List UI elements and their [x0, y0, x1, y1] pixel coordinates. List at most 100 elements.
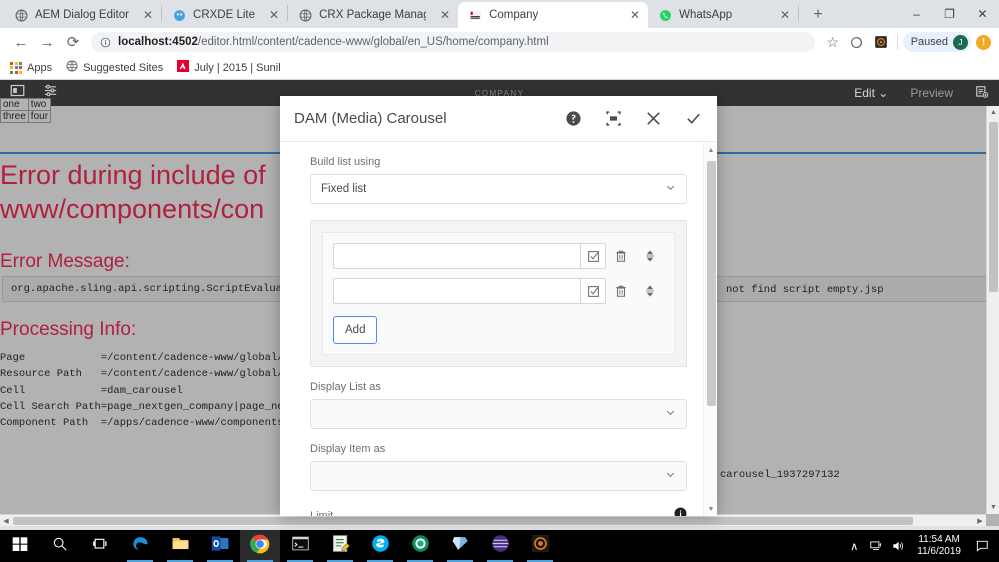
- tab-close-button[interactable]: ✕: [255, 9, 279, 21]
- forward-button[interactable]: →: [34, 29, 60, 55]
- bookmark-july-2015-sunil[interactable]: July | 2015 | Sunil: [177, 60, 280, 75]
- browser-tab-whatsapp[interactable]: WhatsApp ✕: [648, 2, 798, 28]
- confirm-icon[interactable]: [683, 109, 703, 129]
- bookmark-apps[interactable]: Apps: [10, 62, 52, 74]
- dialog-scroll-thumb[interactable]: [707, 161, 716, 406]
- scroll-down-arrow[interactable]: ▼: [987, 501, 999, 514]
- extension-icon-2[interactable]: [870, 31, 892, 53]
- taskbar-notepad[interactable]: [320, 530, 360, 562]
- edit-mode-selector[interactable]: Edit ⌄: [854, 86, 888, 100]
- window-controls: – ❐ ✕: [900, 0, 999, 28]
- maximize-button[interactable]: ❐: [933, 0, 966, 28]
- tab-close-button[interactable]: ✕: [129, 9, 153, 21]
- browser-tab-aem-dialog-editor[interactable]: AEM Dialog Editor ✕: [4, 2, 161, 28]
- reload-button[interactable]: ⟳: [60, 29, 86, 55]
- taskbar-app-green[interactable]: [400, 530, 440, 562]
- move-updown-icon[interactable]: [636, 283, 664, 299]
- network-icon[interactable]: [865, 530, 887, 562]
- tab-separator: [798, 5, 799, 21]
- minimize-button[interactable]: –: [900, 0, 933, 28]
- clock[interactable]: 11:54 AM 11/6/2019: [909, 534, 969, 559]
- circle-green-icon: [411, 534, 430, 558]
- page-vertical-scrollbar[interactable]: ▲ ▼: [986, 106, 999, 514]
- taskbar-edge[interactable]: [120, 530, 160, 562]
- display-item-as-label: Display Item as: [310, 443, 687, 455]
- proc-line-0: Page =/content/cadence-www/global/er: [0, 352, 296, 364]
- scroll-left-arrow[interactable]: ◀: [0, 515, 12, 526]
- address-bar[interactable]: localhost:4502/editor.html/content/caden…: [91, 32, 815, 52]
- info-icon[interactable]: [674, 507, 687, 516]
- taskbar-outlook[interactable]: [200, 530, 240, 562]
- taskbar-file-explorer[interactable]: [160, 530, 200, 562]
- horizontal-scroll-thumb[interactable]: [13, 517, 913, 525]
- notepad-icon: [331, 534, 350, 558]
- browser-tab-company[interactable]: Company ✕: [458, 2, 648, 28]
- bookmark-suggested-sites[interactable]: Suggested Sites: [66, 60, 163, 75]
- update-warning-badge[interactable]: !: [976, 35, 991, 50]
- vertical-scroll-thumb[interactable]: [989, 122, 998, 292]
- add-button[interactable]: Add: [333, 316, 377, 344]
- trash-icon[interactable]: [606, 283, 636, 299]
- paused-label: Paused: [911, 36, 948, 48]
- page-info-icon[interactable]: [975, 85, 989, 102]
- help-icon[interactable]: [563, 109, 583, 129]
- browser-tab-crx-package-manager[interactable]: CRX Package Manager - /et ✕: [288, 2, 458, 28]
- asset-path-input[interactable]: [333, 278, 580, 304]
- new-tab-button[interactable]: +: [805, 2, 831, 28]
- skype-icon: [371, 534, 390, 558]
- taskbar-app-orange[interactable]: [520, 530, 560, 562]
- limit-field-row: Limit: [310, 507, 687, 516]
- mini-table: onetwo threefour: [0, 98, 51, 123]
- sheet-blue-icon: [451, 534, 470, 558]
- tray-chevron-icon[interactable]: ∧: [843, 530, 865, 562]
- multifield-row: [333, 243, 664, 269]
- dialog-scrollbar[interactable]: ▲ ▼: [703, 143, 717, 516]
- close-icon[interactable]: [643, 109, 663, 129]
- error-heading-line2: www/components/con: [0, 192, 264, 228]
- tab-close-button[interactable]: ✕: [766, 9, 790, 21]
- taskbar-app-blue[interactable]: [440, 530, 480, 562]
- taskbar-chrome[interactable]: [240, 530, 280, 562]
- close-window-button[interactable]: ✕: [966, 0, 999, 28]
- asset-path-input[interactable]: [333, 243, 580, 269]
- error-message-title: Error Message:: [0, 251, 130, 273]
- proc-line-2: Cell =dam_carousel: [0, 385, 183, 397]
- taskbar-skype[interactable]: [360, 530, 400, 562]
- preview-button[interactable]: Preview: [910, 86, 953, 100]
- dialog-scroll-up-arrow[interactable]: ▲: [704, 143, 718, 157]
- chevron-down-icon: ⌄: [878, 86, 888, 100]
- checkbox-picker-icon[interactable]: [580, 278, 606, 304]
- clock-date: 11/6/2019: [917, 546, 961, 559]
- search-button[interactable]: [40, 530, 80, 562]
- tab-title: CRXDE Lite: [193, 9, 255, 21]
- extension-icon-1[interactable]: [846, 31, 868, 53]
- display-list-as-select[interactable]: [310, 399, 687, 429]
- cadence-icon: [468, 8, 482, 22]
- tab-close-button[interactable]: ✕: [426, 9, 450, 21]
- build-list-using-select[interactable]: Fixed list: [310, 174, 687, 204]
- display-item-as-select[interactable]: [310, 461, 687, 491]
- taskbar-terminal[interactable]: [280, 530, 320, 562]
- back-button[interactable]: ←: [8, 29, 34, 55]
- browser-tab-crxde-lite[interactable]: CRXDE Lite ✕: [162, 2, 287, 28]
- checkbox-picker-icon[interactable]: [580, 243, 606, 269]
- bookmark-star-icon[interactable]: ☆: [822, 31, 844, 53]
- volume-icon[interactable]: [887, 530, 909, 562]
- globe-icon: [66, 60, 78, 75]
- task-view-button[interactable]: [80, 530, 120, 562]
- adobe-icon: [177, 60, 189, 75]
- start-button[interactable]: [0, 530, 40, 562]
- display-list-as-label: Display List as: [310, 381, 687, 393]
- dialog-scroll-down-arrow[interactable]: ▼: [704, 502, 718, 516]
- dialog-body: Build list using Fixed list: [280, 142, 717, 516]
- fullscreen-icon[interactable]: [603, 109, 623, 129]
- scroll-right-arrow[interactable]: ▶: [974, 515, 986, 526]
- trash-icon[interactable]: [606, 248, 636, 264]
- profile-paused-chip[interactable]: Paused J: [903, 32, 971, 52]
- action-center-icon[interactable]: [969, 530, 995, 562]
- taskbar-app-purple[interactable]: [480, 530, 520, 562]
- globe-icon: [298, 8, 312, 22]
- move-updown-icon[interactable]: [636, 248, 664, 264]
- tab-close-button[interactable]: ✕: [616, 9, 640, 21]
- scroll-up-arrow[interactable]: ▲: [987, 106, 999, 119]
